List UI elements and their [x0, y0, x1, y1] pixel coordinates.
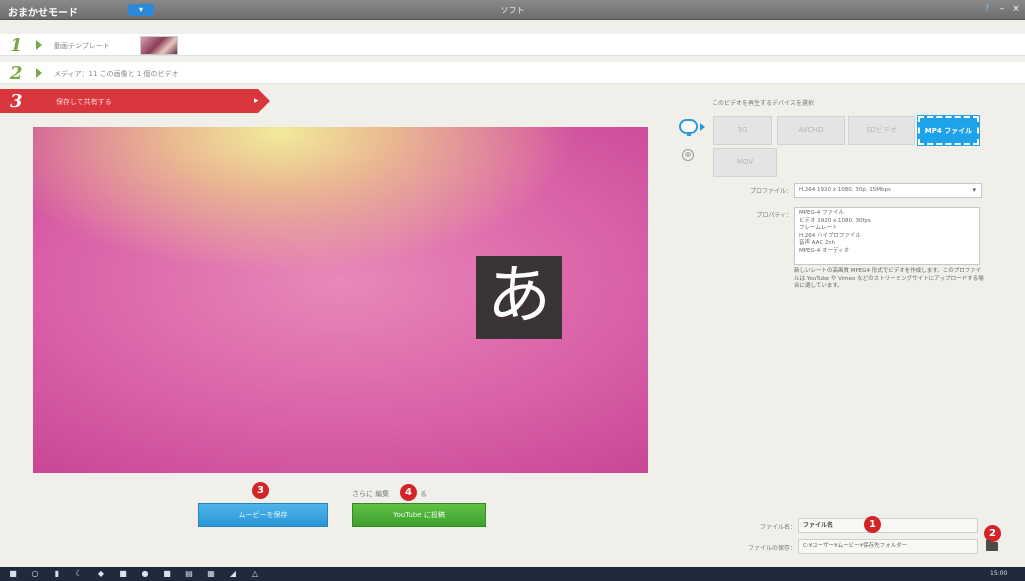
app-icon[interactable]: ●: [140, 569, 150, 579]
profile-label: プロファイル：: [749, 188, 792, 195]
save-location-input[interactable]: C:¥ユーザー¥ムービー¥保存先フォルダー: [798, 539, 978, 554]
format-option-mp4-selected[interactable]: MP4 ファイル: [917, 115, 980, 146]
format-option-3g[interactable]: 3G: [713, 116, 772, 145]
more-edit-suffix: る: [420, 490, 427, 498]
app-icon[interactable]: ☾: [74, 569, 84, 579]
video-preview[interactable]: あ: [33, 127, 648, 473]
taskview-icon[interactable]: ▮: [52, 569, 62, 579]
app-icon[interactable]: ■: [162, 569, 172, 579]
clock: 15:00: [990, 570, 1008, 577]
chevron-down-icon: ▾: [972, 186, 976, 194]
help-icon[interactable]: ?: [980, 3, 994, 16]
file-name-input[interactable]: ファイル名: [798, 518, 978, 533]
app-icon[interactable]: ◢: [228, 569, 238, 579]
step-number: 3: [10, 91, 23, 112]
close-button[interactable]: ×: [1009, 3, 1023, 16]
step-arrow-icon: [36, 40, 42, 50]
app-icon[interactable]: ■: [118, 569, 128, 579]
step-label: 動画テンプレート: [54, 42, 110, 50]
step-arrow-icon: [36, 68, 42, 78]
property-line: MPEG-4 ファイル: [799, 210, 845, 216]
more-edit-label: さらに 編集: [352, 490, 390, 498]
device-caption: このビデオを再生するデバイスを選択: [712, 100, 814, 107]
properties-box: MPEG-4 ファイル ビデオ 1920 x 1080, 30fps フレームレ…: [794, 207, 980, 265]
step-number: 1: [10, 35, 23, 56]
taskbar: ■ ○ ▮ ☾ ◆ ■ ● ■ ▤ ▦ ◢ △ 15:00: [0, 567, 1025, 581]
globe-icon[interactable]: ⊕: [682, 149, 694, 161]
step-save-share[interactable]: 3 保存して共有する ▸: [0, 89, 259, 113]
app-icon[interactable]: △: [250, 569, 260, 579]
step-arrow-tip: [258, 89, 270, 113]
step-number: 2: [10, 63, 23, 84]
template-thumbnail[interactable]: [140, 36, 178, 55]
format-option-sd[interactable]: SDビデオ: [848, 116, 915, 145]
title-bar: おまかせモード ▾ ソフト ? – ×: [0, 0, 1025, 20]
search-icon[interactable]: ○: [30, 569, 40, 579]
callout-badge-4: 4: [400, 484, 417, 501]
save-movie-button[interactable]: ムービーを保存: [198, 503, 328, 527]
properties-label: プロパティ：: [756, 212, 792, 219]
format-option-avchd[interactable]: AVCHD: [777, 116, 845, 145]
window-title: ソフト: [500, 6, 525, 15]
selected-device-arrow: [700, 123, 705, 131]
monitor-icon[interactable]: [679, 119, 698, 136]
callout-badge-3: 3: [252, 482, 269, 499]
app-icon[interactable]: ◆: [96, 569, 106, 579]
save-location-label: ファイルの保存：: [747, 545, 796, 552]
file-name-label: ファイル名：: [759, 524, 796, 531]
step-label: メディア：11 この画像と 1 個のビデオ: [54, 70, 179, 78]
step-media[interactable]: 2 メディア：11 この画像と 1 個のビデオ: [0, 62, 1025, 84]
folder-icon[interactable]: [986, 540, 998, 551]
minimize-button[interactable]: –: [995, 3, 1009, 16]
step-template[interactable]: 1 動画テンプレート: [0, 34, 1025, 56]
app-icon[interactable]: ▤: [184, 569, 194, 579]
property-line: 音声 AAC 2ch: [799, 240, 835, 247]
app-icon[interactable]: ▦: [206, 569, 216, 579]
upload-youtube-button[interactable]: YouTube に投稿: [352, 503, 486, 527]
callout-badge-1: 1: [864, 516, 881, 533]
profile-select[interactable]: H.264 1920 x 1080, 30p, 15Mbps ▾: [794, 183, 982, 198]
property-line: フレームレート: [799, 225, 838, 232]
profile-description: 新しいレートの高画質 MPEG4 形式でビデオを作成します。このプロファイルは …: [794, 268, 984, 290]
property-line: MPEG-4 オーディオ: [799, 247, 850, 254]
step-label: 保存して共有する: [56, 98, 112, 106]
preview-text-overlay: あ: [476, 256, 562, 339]
start-icon[interactable]: ■: [8, 569, 18, 579]
format-option-mov[interactable]: MOV: [713, 148, 777, 177]
profile-value: H.264 1920 x 1080, 30p, 15Mbps: [799, 187, 891, 193]
